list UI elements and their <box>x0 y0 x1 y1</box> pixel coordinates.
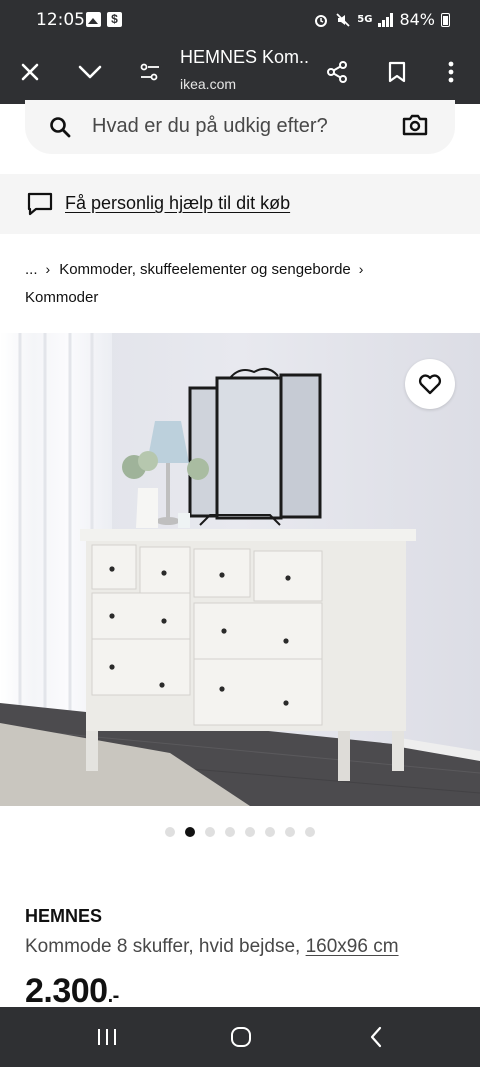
close-icon <box>21 63 39 81</box>
dresser-photo <box>0 333 480 806</box>
search-icon <box>50 117 71 138</box>
site-settings-button[interactable] <box>126 40 174 104</box>
home-button[interactable] <box>201 1007 281 1067</box>
product-image[interactable] <box>0 333 480 806</box>
carousel-dot[interactable] <box>245 827 255 837</box>
share-button[interactable] <box>313 40 361 104</box>
recent-apps-icon <box>98 1029 116 1045</box>
breadcrumb-item-category[interactable]: Kommoder, skuffeelementer og sengeborde <box>59 261 351 278</box>
dollar-notification-icon: $ <box>107 12 122 27</box>
battery-icon <box>441 12 450 27</box>
search-input[interactable] <box>92 104 392 148</box>
notification-icons: $ <box>86 12 122 27</box>
collapse-button[interactable] <box>66 40 114 104</box>
heart-icon <box>418 374 442 395</box>
product-price: 2.300.- <box>25 972 119 1011</box>
recent-apps-button[interactable] <box>67 1007 147 1067</box>
product-description-text: Kommode 8 skuffer, hvid bejdse, <box>25 936 306 957</box>
carousel-dot[interactable] <box>305 827 315 837</box>
help-bar[interactable]: Få personlig hjælp til dit køb <box>0 174 480 234</box>
back-button[interactable] <box>336 1007 416 1067</box>
image-carousel-dots <box>0 827 480 839</box>
chevron-right-icon: › <box>358 261 364 277</box>
status-time: 12:05 <box>36 10 85 30</box>
more-options-button[interactable] <box>427 40 475 104</box>
network-type: 5G <box>357 14 373 25</box>
mirror <box>188 367 322 526</box>
help-link[interactable]: Få personlig hjælp til dit køb <box>65 193 290 214</box>
gallery-notification-icon <box>86 12 101 27</box>
browser-toolbar: HEMNES Kom... ikea.com <box>0 40 480 104</box>
product-name: HEMNES <box>25 906 103 926</box>
page-title: HEMNES Kom... <box>180 47 310 67</box>
close-tab-button[interactable] <box>6 40 54 104</box>
carousel-dot[interactable] <box>205 827 215 837</box>
status-right: 5G 84% <box>313 10 450 29</box>
product-description: Kommode 8 skuffer, hvid bejdse, 160x96 c… <box>25 936 399 958</box>
carousel-dot[interactable] <box>285 827 295 837</box>
home-icon <box>231 1027 251 1047</box>
carousel-dot[interactable] <box>265 827 275 837</box>
bookmark-icon <box>388 61 406 83</box>
bookmark-button[interactable] <box>373 40 421 104</box>
carousel-dot[interactable] <box>185 827 195 837</box>
share-icon <box>327 61 347 83</box>
favorite-button[interactable] <box>405 359 455 409</box>
status-bar: 12:05 $ 5G 84% <box>0 0 480 40</box>
back-icon <box>370 1026 382 1048</box>
alarm-icon <box>315 14 328 27</box>
mute-icon <box>336 12 350 27</box>
search-bar[interactable] <box>25 100 455 154</box>
chevron-right-icon: › <box>45 261 51 277</box>
tune-icon <box>140 63 159 81</box>
carousel-dot[interactable] <box>225 827 235 837</box>
more-vert-icon <box>448 61 454 83</box>
battery-percent: 84% <box>399 10 435 29</box>
breadcrumb-item-current[interactable]: Kommoder <box>25 289 98 306</box>
chat-icon <box>27 192 53 216</box>
page-url: ikea.com <box>180 76 237 92</box>
system-navigation-bar <box>0 1007 480 1067</box>
price-suffix: .- <box>107 985 120 1007</box>
search-area <box>0 100 480 164</box>
chevron-down-icon <box>78 65 102 79</box>
product-dimensions-link[interactable]: 160x96 cm <box>306 936 399 957</box>
carousel-dot[interactable] <box>165 827 175 837</box>
price-value: 2.300 <box>25 972 108 1010</box>
signal-icon <box>378 12 394 27</box>
breadcrumb: ... › Kommoder, skuffeelementer og sengebo… <box>25 255 465 312</box>
camera-icon[interactable] <box>402 114 428 136</box>
breadcrumb-item-more[interactable]: ... <box>25 261 38 278</box>
